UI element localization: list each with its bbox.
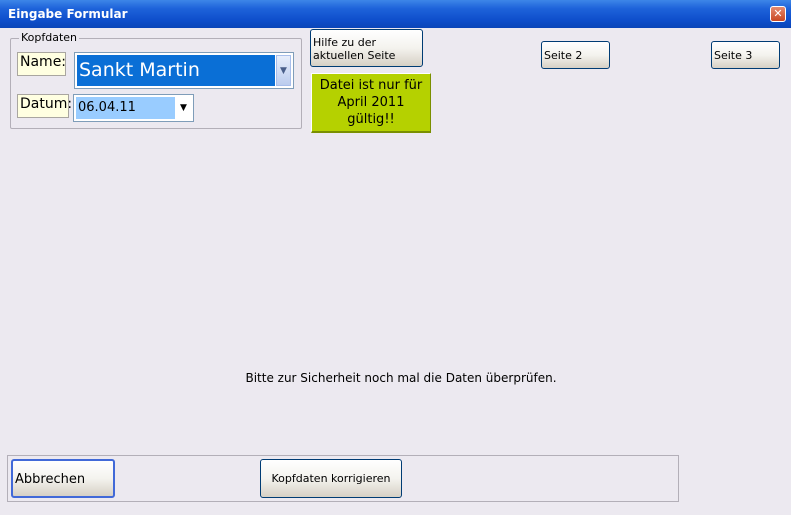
abbrechen-button[interactable]: Abbrechen — [11, 459, 115, 498]
notice-line2: April 2011 gültig!! — [337, 95, 405, 127]
verification-message: Bitte zur Sicherheit noch mal die Daten … — [245, 371, 557, 385]
help-button-line2: aktuellen Seite — [313, 49, 396, 62]
close-icon[interactable]: ✕ — [770, 6, 786, 22]
kopfdaten-korrigieren-button[interactable]: Kopfdaten korrigieren — [260, 459, 402, 498]
name-selected-value: Sankt Martin — [77, 55, 275, 86]
help-button-line1: Hilfe zu der — [313, 36, 377, 49]
kopfdaten-legend: Kopfdaten — [19, 31, 80, 44]
seite-2-button[interactable]: Seite 2 — [541, 41, 610, 69]
notice-line1: Datei ist nur für — [319, 78, 423, 93]
form-client-area: Kopfdaten Name: Sankt Martin ▼ Datum: 06… — [3, 28, 789, 512]
title-bar: Eingabe Formular ✕ — [0, 0, 791, 28]
datum-label: Datum: — [17, 94, 72, 118]
window-title: Eingabe Formular — [8, 7, 128, 21]
chevron-down-icon[interactable]: ▼ — [176, 97, 191, 119]
seite-3-button[interactable]: Seite 3 — [711, 41, 780, 69]
name-dropdown[interactable]: Sankt Martin ▼ — [74, 52, 294, 89]
name-label: Name: — [17, 52, 66, 76]
validity-notice: Datei ist nur für April 2011 gültig!! — [311, 73, 431, 133]
help-current-page-button[interactable]: Hilfe zu der aktuellen Seite — [310, 29, 423, 67]
datum-selected-value: 06.04.11 — [76, 97, 175, 119]
datum-dropdown[interactable]: 06.04.11 ▼ — [73, 94, 194, 122]
chevron-down-icon[interactable]: ▼ — [276, 55, 291, 86]
